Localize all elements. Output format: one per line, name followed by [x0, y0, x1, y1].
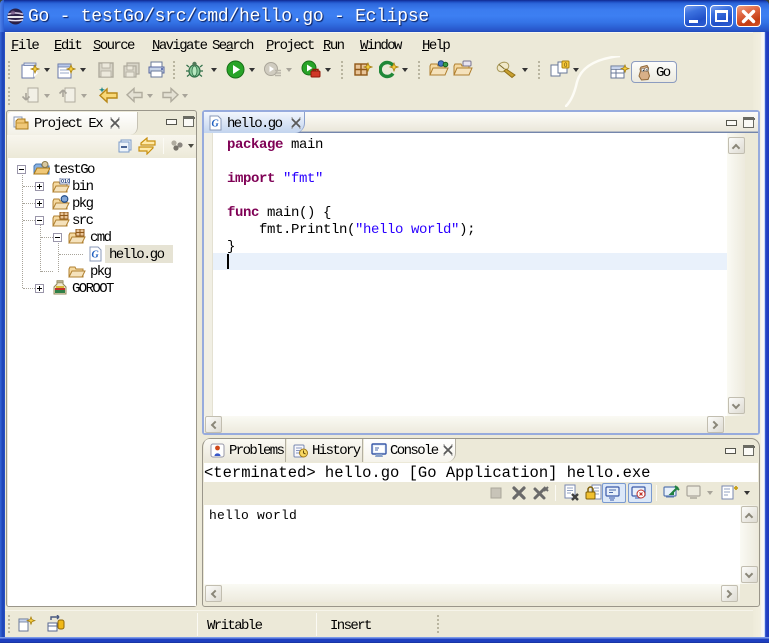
- svg-text:G: G: [212, 119, 220, 130]
- svg-text:G: G: [92, 250, 100, 261]
- svg-text:010: 010: [61, 179, 70, 185]
